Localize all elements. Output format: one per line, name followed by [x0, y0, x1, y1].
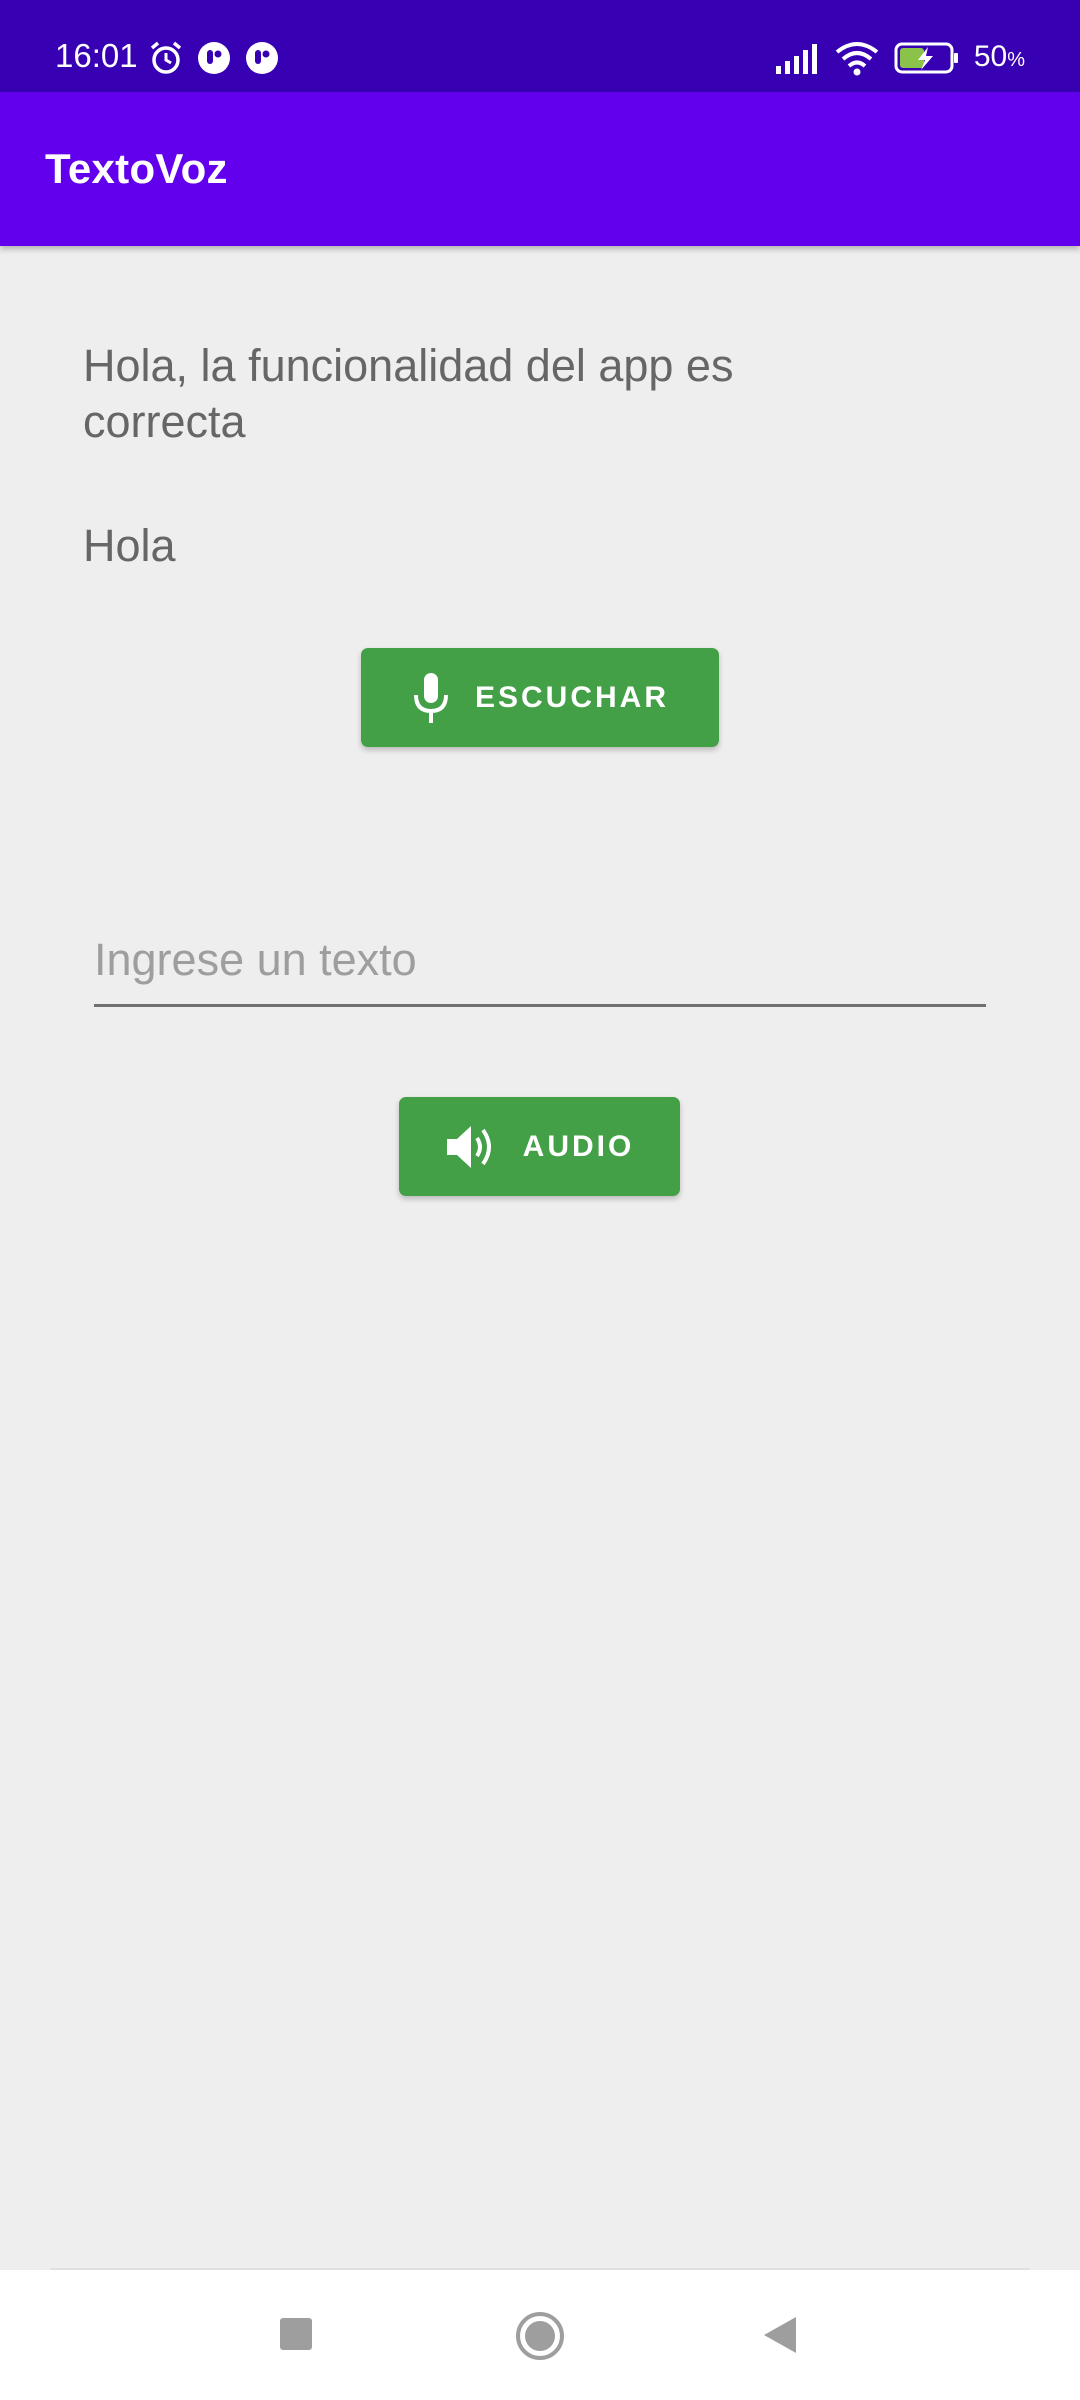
secondary-text: Hola [83, 520, 176, 571]
alarm-icon [150, 41, 182, 74]
triangle-back-icon [764, 2317, 796, 2353]
speaker-icon [445, 1122, 499, 1172]
recents-button[interactable] [278, 2316, 314, 2357]
recognized-text: Hola, la funcionalidad del app es correc… [83, 340, 734, 447]
wifi-icon [835, 42, 879, 76]
signal-icon [775, 44, 817, 74]
audio-button-label: AUDIO [522, 1129, 635, 1163]
audio-button[interactable]: AUDIO [399, 1097, 680, 1196]
app-notification-icon [246, 42, 278, 74]
status-left-icons [148, 40, 280, 76]
status-time: 16:01 [55, 37, 138, 74]
status-bar: 16:01 50% [0, 0, 1080, 92]
microphone-icon [411, 671, 451, 725]
square-icon [280, 2318, 312, 2350]
text-input[interactable] [94, 920, 986, 1000]
app-notification-icon [198, 42, 230, 74]
back-button[interactable] [760, 2314, 800, 2361]
status-right-icons: 50% [774, 38, 1025, 78]
battery-percent: 50% [973, 39, 1025, 73]
battery-charging-icon [894, 42, 958, 74]
text-input-wrapper [94, 920, 986, 1007]
app-bar: TextoVoz [0, 92, 1080, 246]
app-title: TextoVoz [45, 145, 228, 192]
listen-button-label: ESCUCHAR [474, 680, 669, 714]
listen-button[interactable]: ESCUCHAR [361, 648, 719, 747]
home-button[interactable] [514, 2310, 566, 2367]
circle-icon [516, 2312, 564, 2360]
